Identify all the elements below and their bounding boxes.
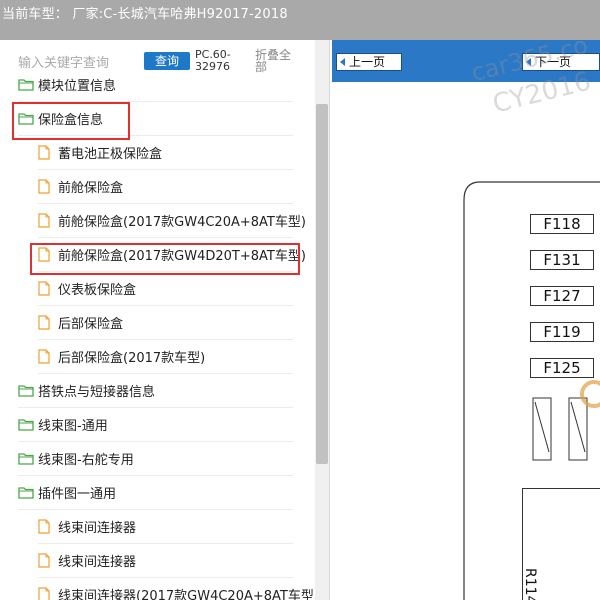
- document-icon: [38, 281, 58, 296]
- tree-item[interactable]: 前舱保险盒(2017款GW4C20A+8AT车型): [38, 204, 306, 238]
- document-icon: [38, 519, 58, 534]
- tree-item[interactable]: 前舱保险盒: [38, 170, 293, 204]
- title-bar: 当前车型： 厂家:C-长城汽车哈弗H92017-2018: [0, 0, 600, 40]
- highlight-box-selected-item: [30, 243, 300, 275]
- tree-item[interactable]: 线束间连接器(2017款GW4C20A+8AT车型): [38, 578, 319, 600]
- tree-item-label: 后部保险盒: [58, 317, 124, 332]
- relay-label: R114: [522, 568, 538, 600]
- document-icon: [38, 315, 58, 330]
- fuse-box-diagram: F118 F131 F127 F119 F125 R114: [332, 82, 600, 600]
- document-icon: [38, 587, 58, 600]
- window-title: 当前车型： 厂家:C-长城汽车哈弗H92017-2018: [2, 7, 288, 22]
- tree-item[interactable]: 线束图-右舵专用: [18, 442, 293, 476]
- tree-item[interactable]: 线束间连接器: [38, 544, 293, 578]
- fuse-label: F119: [530, 322, 594, 342]
- tree-item-label: 模块位置信息: [38, 79, 117, 94]
- tree-item[interactable]: 插件图一通用: [18, 476, 293, 510]
- tree-item-label: 线束图-右舵专用: [38, 453, 134, 468]
- folder-icon: [18, 452, 38, 465]
- tree-item[interactable]: 模块位置信息: [18, 68, 293, 102]
- folder-icon: [18, 418, 38, 431]
- tree-item[interactable]: 搭铁点与短接器信息: [18, 374, 293, 408]
- tree-item[interactable]: 后部保险盒: [38, 306, 293, 340]
- fuse-label: F118: [530, 214, 594, 234]
- tree-item[interactable]: 仪表板保险盒: [38, 272, 293, 306]
- folder-icon: [18, 384, 38, 397]
- tree-item[interactable]: 蓄电池正极保险盒: [38, 136, 293, 170]
- arrow-left-icon: [340, 58, 345, 66]
- tree-item-label: 线束间连接器: [58, 555, 137, 570]
- highlight-box-fuse-info: [12, 102, 130, 140]
- prev-page-label: 上一页: [349, 55, 386, 69]
- tree-item-label: 线束间连接器(2017款GW4C20A+8AT车型): [58, 589, 319, 600]
- prev-page-button[interactable]: 上一页: [336, 53, 402, 71]
- fuse-label: F131: [530, 250, 594, 270]
- tree-item-label: 线束间连接器: [58, 521, 137, 536]
- document-icon: [38, 179, 58, 194]
- tree-item[interactable]: 线束间连接器: [38, 510, 293, 544]
- tree-item-label: 前舱保险盒(2017款GW4C20A+8AT车型): [58, 215, 306, 230]
- left-panel: 查询 PC.60-32976 折叠全部 模块位置信息保险盒信息蓄电池正极保险盒前…: [0, 40, 330, 600]
- tree-item[interactable]: 线束图-通用: [18, 408, 293, 442]
- tree-item-label: 蓄电池正极保险盒: [58, 147, 163, 162]
- tree-item-label: 后部保险盒(2017款车型): [58, 351, 206, 366]
- tree-item[interactable]: 后部保险盒(2017款车型): [38, 340, 293, 374]
- tree-item-label: 线束图-通用: [38, 419, 108, 434]
- document-icon: [38, 349, 58, 364]
- tree-item-label: 前舱保险盒: [58, 181, 124, 196]
- fuse-label: F125: [530, 358, 594, 378]
- tree-item-label: 搭铁点与短接器信息: [38, 385, 156, 400]
- document-icon: [38, 553, 58, 568]
- folder-icon: [18, 78, 38, 91]
- document-icon: [38, 213, 58, 228]
- document-icon: [38, 145, 58, 160]
- folder-icon: [18, 486, 38, 499]
- fuse-label: F127: [530, 286, 594, 306]
- scrollbar-thumb[interactable]: [316, 104, 328, 464]
- tree-item-label: 插件图一通用: [38, 487, 117, 502]
- viewer-panel: 上一页 下一页 car365.co CY2016 F118 F131 F127 F11…: [332, 31, 600, 600]
- tree-item-label: 仪表板保险盒: [58, 283, 137, 298]
